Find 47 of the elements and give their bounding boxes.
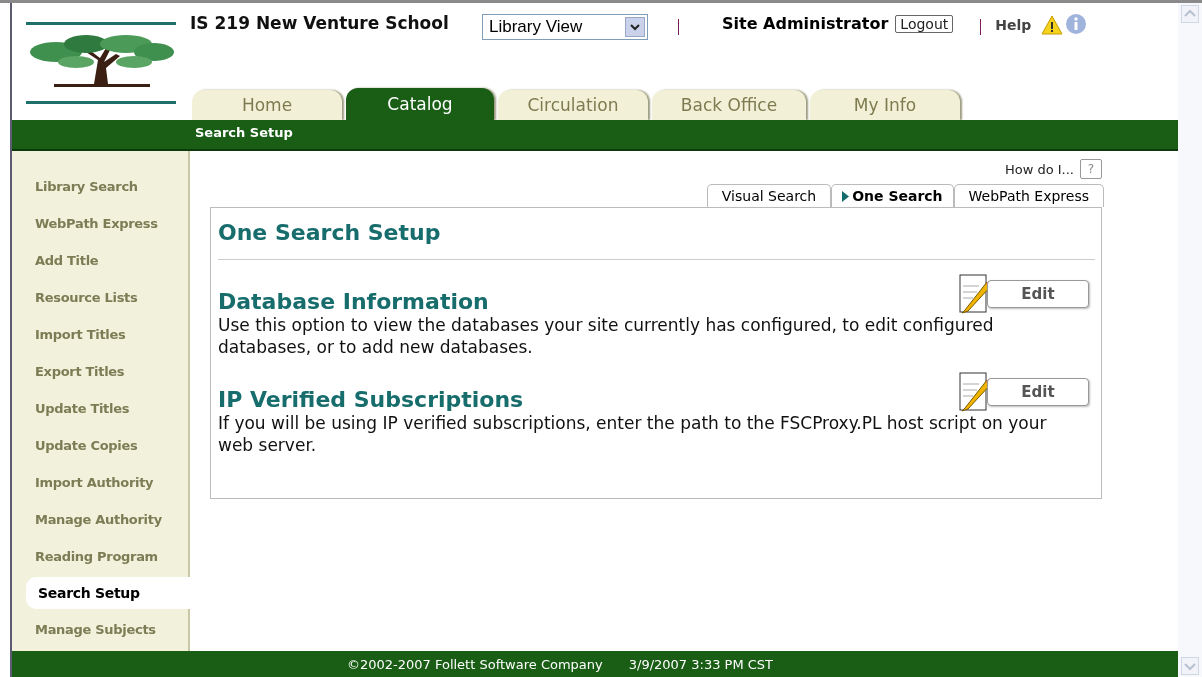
section-description: Use this option to view the databases your site currently has configured, to edit configured databases, or to add new databases. bbox=[218, 314, 995, 359]
subnav-link[interactable]: Search Setup bbox=[195, 125, 293, 141]
sidebar-item[interactable]: Import Titles bbox=[12, 319, 188, 357]
nav-tab[interactable]: My Info bbox=[810, 90, 960, 120]
date-time-text: 3/9/2007 3:33 PM CST bbox=[628, 656, 774, 672]
sub-tab[interactable]: One Search bbox=[831, 184, 954, 208]
user-name: Site Administrator bbox=[722, 14, 889, 33]
sidebar-item[interactable]: Update Titles bbox=[12, 393, 188, 431]
how-do-i-link[interactable]: How do I... bbox=[1004, 161, 1074, 177]
sidebar-item[interactable]: Add Title bbox=[12, 245, 188, 283]
sidebar-item[interactable]: Import Authority bbox=[12, 467, 188, 505]
edit-button[interactable]: Edit bbox=[987, 280, 1089, 309]
sidebar-item[interactable]: Library Search bbox=[12, 171, 188, 209]
sub-tab-label: Visual Search bbox=[721, 188, 817, 205]
triangle-icon bbox=[842, 190, 850, 202]
nav-tab[interactable]: Home bbox=[192, 90, 342, 120]
nav-tab[interactable]: Back Office bbox=[652, 90, 806, 120]
sidebar-item[interactable]: Search Setup bbox=[26, 577, 190, 610]
school-name: IS 219 New Venture School bbox=[190, 12, 450, 35]
sidebar-item[interactable]: Manage Authority bbox=[12, 504, 188, 542]
tree-logo-icon bbox=[26, 21, 176, 106]
edit-button[interactable]: Edit bbox=[987, 378, 1089, 407]
sub-tab[interactable]: WebPath Express bbox=[953, 184, 1104, 208]
logout-button[interactable]: Logout bbox=[895, 15, 954, 33]
section-title: Database Information bbox=[218, 289, 489, 315]
scroll-down-icon[interactable] bbox=[1181, 657, 1199, 675]
nav-tab[interactable]: Circulation bbox=[498, 90, 648, 120]
nav-tab[interactable]: Catalog bbox=[346, 88, 494, 120]
section-title: IP Verified Subscriptions bbox=[218, 387, 524, 413]
scrollbar[interactable] bbox=[1178, 3, 1202, 677]
help-link[interactable]: Help bbox=[995, 17, 1032, 33]
sidebar-item[interactable]: Export Titles bbox=[12, 356, 188, 394]
sidebar-item[interactable]: WebPath Express bbox=[12, 208, 188, 246]
help-bubble-button[interactable]: ? bbox=[1080, 159, 1102, 180]
copyright-text: ©2002-2007 Follett Software Company bbox=[346, 656, 603, 672]
sidebar-item[interactable]: Reading Program bbox=[12, 541, 188, 579]
sub-tab-label: WebPath Express bbox=[968, 188, 1089, 205]
sidebar-item[interactable]: Update Copies bbox=[12, 430, 188, 468]
scroll-up-icon[interactable] bbox=[1181, 5, 1199, 23]
sidebar-item[interactable]: Manage Subjects bbox=[12, 614, 188, 652]
sidebar-item[interactable]: Resource Lists bbox=[12, 282, 188, 320]
warning-icon[interactable] bbox=[1041, 15, 1064, 35]
page-title: One Search Setup bbox=[218, 219, 442, 248]
view-select[interactable]: Library View bbox=[482, 14, 648, 40]
sub-tab-label: One Search bbox=[852, 188, 943, 205]
section-description: If you will be using IP verified subscriptions, enter the path to the FSCProxy.PL host script on your web server. bbox=[218, 412, 1048, 457]
sub-tab[interactable]: Visual Search bbox=[706, 184, 832, 208]
